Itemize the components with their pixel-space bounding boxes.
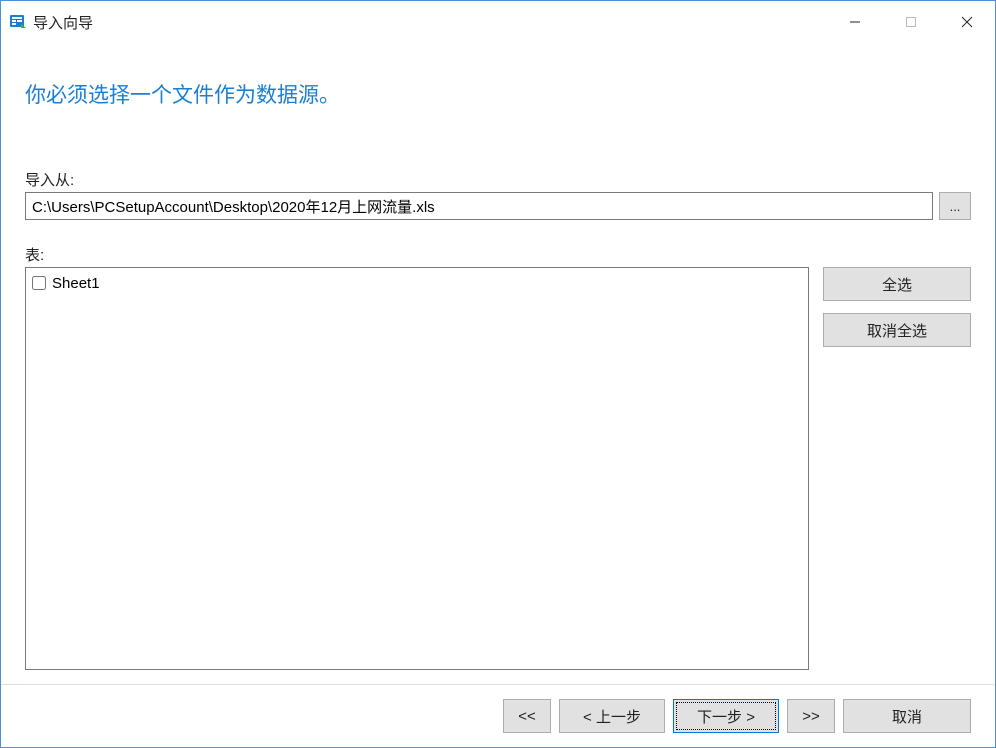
select-all-button[interactable]: 全选 — [823, 267, 971, 301]
tables-label: 表: — [25, 244, 971, 265]
table-checkbox[interactable] — [32, 276, 46, 290]
tables-listbox[interactable]: Sheet1 — [25, 267, 809, 670]
list-item[interactable]: Sheet1 — [32, 272, 802, 294]
wizard-content: 你必须选择一个文件作为数据源。 导入从: ... 表: Sheet1 全选 取消… — [1, 43, 995, 684]
window-title: 导入向导 — [33, 12, 93, 33]
cancel-button[interactable]: 取消 — [843, 699, 971, 733]
import-from-label: 导入从: — [25, 169, 971, 190]
previous-button[interactable]: < 上一步 — [559, 699, 665, 733]
instruction-text: 你必须选择一个文件作为数据源。 — [25, 79, 971, 109]
wizard-footer: << < 上一步 下一步 > >> 取消 — [1, 684, 995, 747]
titlebar: 导入向导 — [1, 1, 995, 43]
deselect-all-button[interactable]: 取消全选 — [823, 313, 971, 347]
first-page-button[interactable]: << — [503, 699, 551, 733]
import-from-row: ... — [25, 192, 971, 220]
table-select-buttons: 全选 取消全选 — [823, 267, 971, 670]
table-item-label: Sheet1 — [52, 275, 100, 292]
maximize-button — [883, 1, 939, 43]
last-page-button[interactable]: >> — [787, 699, 835, 733]
tables-section: Sheet1 全选 取消全选 — [25, 267, 971, 670]
import-path-input[interactable] — [25, 192, 933, 220]
window-controls — [827, 1, 995, 43]
next-button[interactable]: 下一步 > — [673, 699, 779, 733]
app-icon — [9, 13, 27, 31]
browse-button[interactable]: ... — [939, 192, 971, 220]
close-button[interactable] — [939, 1, 995, 43]
minimize-button[interactable] — [827, 1, 883, 43]
